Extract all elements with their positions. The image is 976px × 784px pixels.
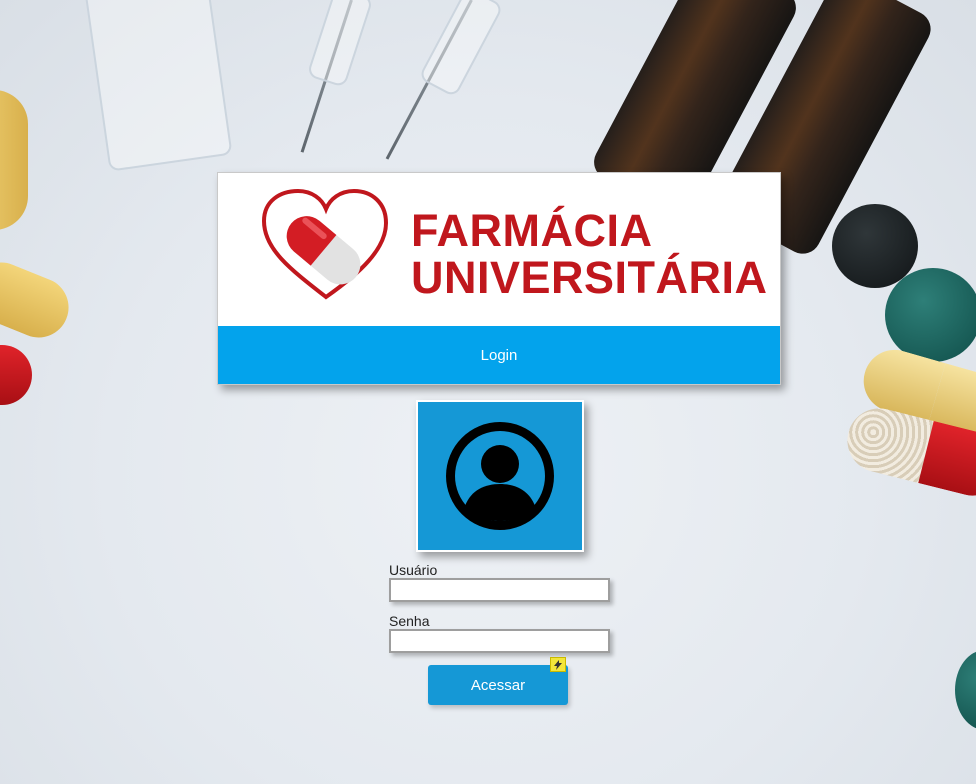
tablet-decoration (885, 268, 976, 362)
login-title-bar: Login (218, 326, 780, 384)
tablet-decoration (955, 650, 976, 730)
heart-capsule-logo-icon (261, 188, 389, 300)
username-field[interactable] (389, 578, 610, 602)
capsule-decoration (0, 345, 32, 405)
password-field[interactable] (389, 629, 610, 653)
syringe-decoration (418, 0, 504, 98)
logo-line-2: UNIVERSITÁRIA (411, 252, 768, 303)
capsule-decoration (0, 253, 78, 347)
avatar (416, 400, 584, 552)
logo: FARMÁCIA UNIVERSITÁRIA (218, 173, 780, 323)
lightning-icon[interactable] (550, 657, 566, 672)
login-title: Login (480, 346, 518, 364)
capsule-decoration (0, 90, 28, 230)
syringe-decoration (306, 0, 374, 88)
logo-text: FARMÁCIA UNIVERSITÁRIA (411, 207, 768, 301)
user-avatar-icon (446, 422, 554, 530)
logo-line-1: FARMÁCIA (411, 205, 653, 256)
password-label: Senha (389, 613, 430, 629)
header-card: FARMÁCIA UNIVERSITÁRIA Login (217, 172, 781, 385)
username-label: Usuário (389, 562, 438, 578)
acessar-button[interactable]: Acessar (428, 665, 568, 705)
glass-vial-decoration (81, 0, 233, 172)
